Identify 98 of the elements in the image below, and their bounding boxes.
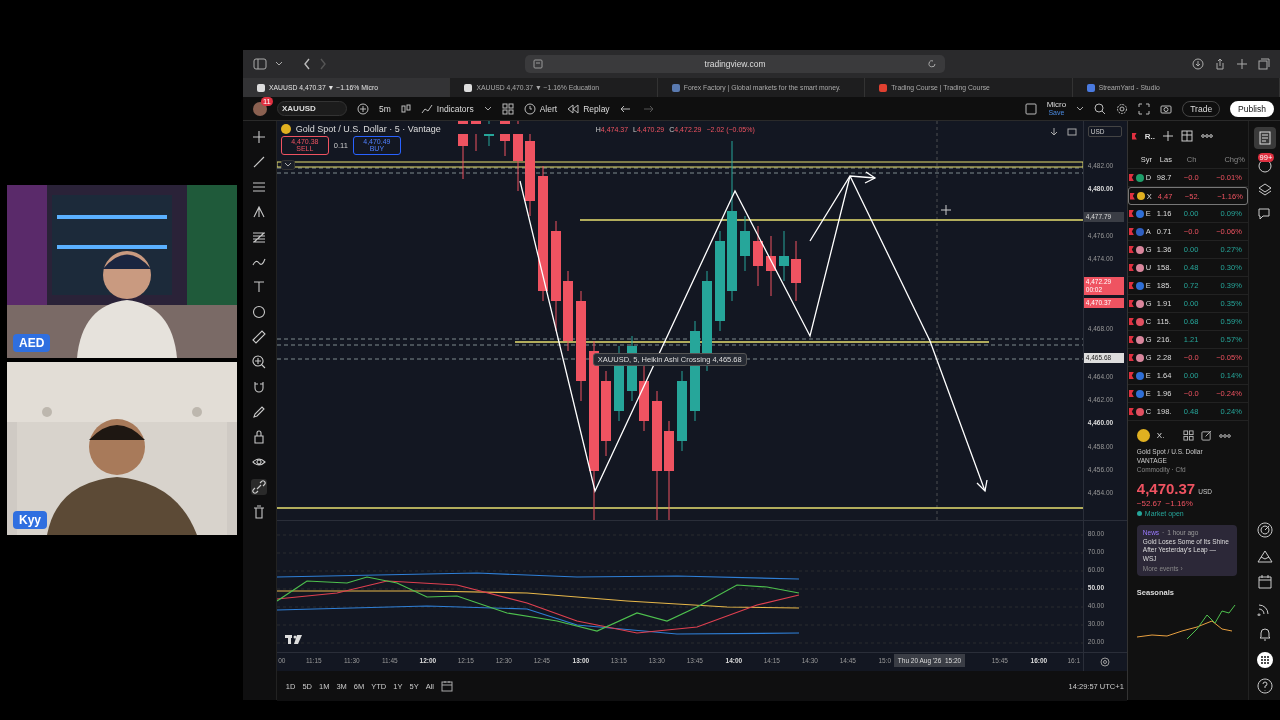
coin-icon	[280, 124, 291, 134]
redo-icon[interactable]	[641, 103, 654, 114]
share-icon[interactable]	[1214, 58, 1226, 70]
clock-icon	[523, 102, 536, 115]
trend-line[interactable]	[519, 175, 851, 493]
flag-icon	[1128, 354, 1134, 361]
chart-line-icon	[420, 103, 433, 114]
indicators-button[interactable]: Indicators	[420, 103, 474, 114]
help-icon[interactable]	[1256, 678, 1273, 694]
calendar-icon[interactable]	[1256, 574, 1273, 590]
edit-icon[interactable]	[1201, 430, 1213, 441]
crosshair-icon	[940, 204, 952, 216]
publish-button[interactable]: Publish	[1230, 100, 1274, 117]
flag-icon	[1128, 300, 1134, 307]
dashed-line[interactable]	[276, 338, 1083, 340]
target-icon[interactable]	[1256, 522, 1273, 538]
candle	[752, 225, 763, 287]
clock-icon[interactable]	[1257, 159, 1272, 173]
arrow[interactable]	[809, 171, 877, 242]
reload-icon[interactable]	[927, 59, 937, 69]
caret-icon[interactable]	[275, 60, 283, 68]
symbol-field[interactable]: XAUUSD	[277, 101, 347, 116]
tabs-icon[interactable]	[1258, 58, 1270, 70]
flag-icon	[1128, 174, 1134, 181]
flag-icon	[1128, 318, 1134, 325]
interval-button[interactable]: 5m	[379, 103, 391, 114]
price-value: 4,470.37	[1136, 480, 1196, 497]
flag-icon	[1128, 282, 1134, 289]
flag-icon	[1129, 192, 1135, 200]
candle	[739, 215, 750, 272]
flag-icon	[1128, 228, 1134, 235]
flag-icon	[1128, 336, 1134, 343]
lines-icon[interactable]	[251, 179, 268, 195]
layout-name[interactable]: Micro	[1046, 101, 1067, 109]
back-icon[interactable]	[303, 58, 311, 70]
logo-icon	[284, 635, 302, 644]
candles-icon[interactable]	[400, 102, 411, 115]
fullscreen-icon[interactable]	[1138, 102, 1151, 115]
ruler-icon[interactable]	[251, 329, 268, 345]
flag-icon	[1128, 372, 1134, 379]
plus-icon[interactable]	[1236, 58, 1248, 70]
plus-icon[interactable]	[357, 102, 369, 115]
fib-icon[interactable]	[251, 229, 268, 245]
watchlist-title[interactable]: R..	[1144, 131, 1156, 141]
arrow[interactable]	[849, 175, 988, 493]
coin-icon	[1136, 429, 1150, 442]
candle	[790, 240, 801, 302]
settings-icon[interactable]	[1100, 657, 1111, 667]
participant-label: Kyy	[13, 511, 47, 529]
download-icon[interactable]	[1048, 127, 1059, 137]
plus-icon[interactable]	[1163, 131, 1174, 141]
participant-label: AED	[13, 334, 51, 352]
grid-icon[interactable]	[1256, 652, 1273, 668]
alert-button[interactable]: Alert	[523, 102, 558, 115]
dashed-line[interactable]	[276, 344, 1083, 346]
flag-icon	[1128, 264, 1134, 271]
crosshair-icon[interactable]	[251, 129, 268, 145]
flag-icon	[1128, 246, 1134, 253]
symbol-text[interactable]: X.	[1156, 431, 1165, 440]
candle	[638, 365, 649, 432]
level-line[interactable]	[276, 161, 1083, 168]
undo-icon[interactable]	[619, 103, 632, 114]
zoom-icon[interactable]	[251, 354, 268, 370]
status-icon	[1136, 511, 1142, 516]
download-icon[interactable]	[1192, 58, 1204, 70]
smile-icon[interactable]	[251, 304, 268, 320]
candle	[778, 230, 789, 282]
more-icon[interactable]	[1201, 134, 1214, 138]
flag-icon	[1128, 408, 1134, 415]
change-value: −52.67	[1136, 499, 1162, 508]
camera-icon[interactable]	[1160, 102, 1173, 115]
more-icon[interactable]	[1219, 433, 1232, 438]
table-icon[interactable]	[1181, 130, 1194, 142]
window-icon[interactable]	[1066, 127, 1077, 137]
calendar-icon[interactable]	[441, 680, 453, 692]
rewind-icon	[567, 103, 580, 114]
flag-icon[interactable]	[1131, 132, 1137, 140]
sidebar-icon[interactable]	[253, 58, 267, 70]
dashed-line[interactable]	[276, 167, 1083, 169]
chat-icon[interactable]	[1257, 207, 1272, 221]
watchlist-icon[interactable]	[1253, 127, 1276, 149]
candle	[765, 235, 776, 297]
search-icon[interactable]	[1094, 102, 1107, 115]
flag-icon	[1128, 390, 1134, 397]
change-percent: −1.16%	[1165, 499, 1193, 508]
mountain-icon[interactable]	[1256, 548, 1273, 564]
layers-icon[interactable]	[1257, 183, 1272, 197]
grid-icon[interactable]	[501, 102, 514, 115]
collapse-icon[interactable]	[280, 159, 295, 170]
link-icon[interactable]	[251, 479, 268, 495]
reader-icon[interactable]	[533, 59, 543, 69]
caret-icon[interactable]	[1076, 104, 1085, 113]
flag-icon	[1128, 210, 1134, 217]
square-icon[interactable]	[1024, 102, 1037, 115]
caret-icon[interactable]	[483, 104, 492, 113]
replay-button[interactable]: Replay	[567, 103, 610, 114]
settings-icon[interactable]	[1116, 102, 1129, 115]
grid-icon[interactable]	[1183, 430, 1195, 441]
